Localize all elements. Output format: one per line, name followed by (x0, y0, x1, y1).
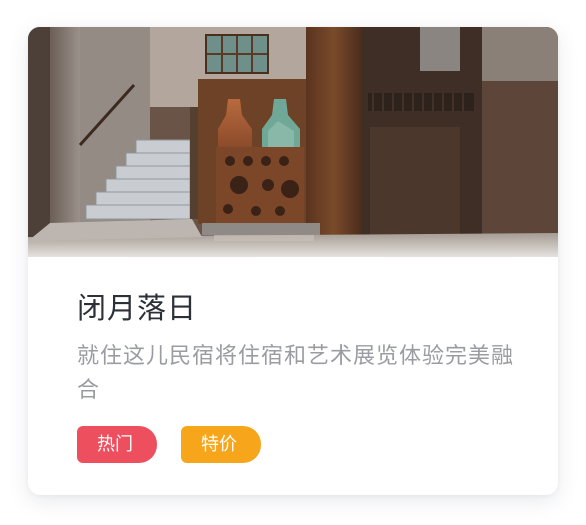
cover-photo[interactable] (28, 27, 558, 257)
page-background: 闭月落日 就住这儿民宿将住宿和艺术展览体验完美融合 热门 特价 (0, 0, 586, 525)
listing-description: 就住这儿民宿将住宿和艺术展览体验完美融合 (77, 344, 515, 403)
listing-card[interactable]: 闭月落日 就住这儿民宿将住宿和艺术展览体验完美融合 热门 特价 (28, 27, 558, 495)
listing-title: 闭月落日 (77, 291, 198, 325)
tag-special-price[interactable]: 特价 (181, 426, 261, 463)
tag-hot[interactable]: 热门 (77, 426, 157, 463)
